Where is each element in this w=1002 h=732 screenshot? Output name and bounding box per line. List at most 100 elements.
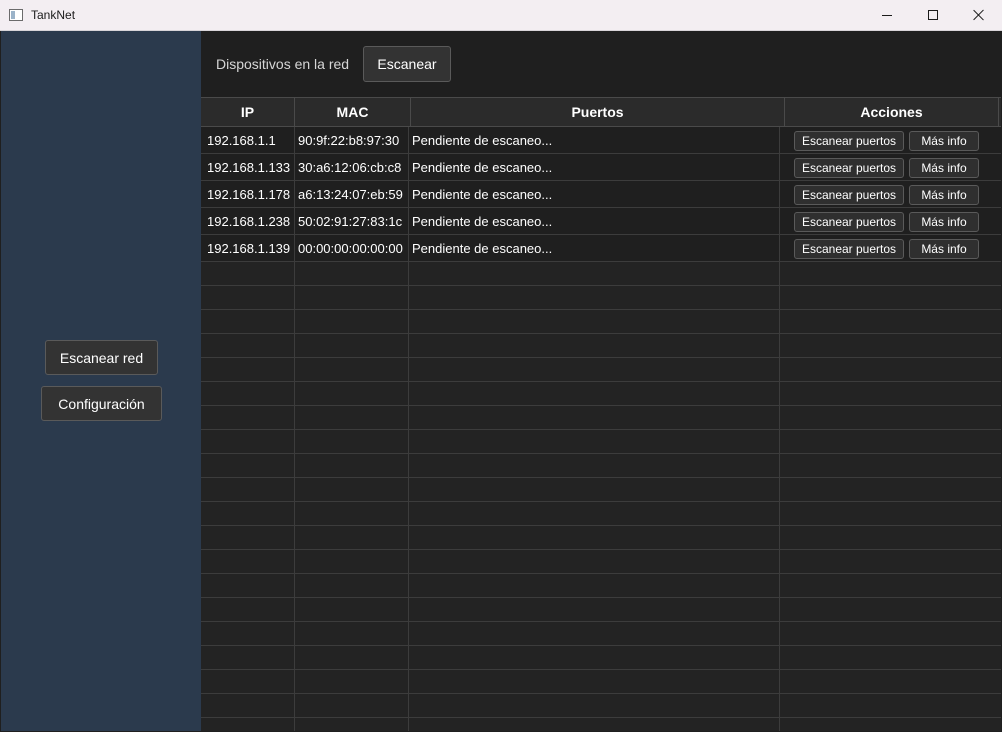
empty-cell [409,430,780,454]
ports-cell: Pendiente de escaneo... [409,208,780,234]
empty-cell [409,406,780,430]
empty-table-row [201,262,1001,286]
mac-cell: 00:00:00:00:00:00 [295,235,409,261]
empty-table-row [201,430,1001,454]
empty-table-row [201,718,1001,731]
empty-cell [295,454,409,478]
window-title: TankNet [31,8,76,22]
empty-cell [201,694,295,718]
ports-cell: Pendiente de escaneo... [409,235,780,261]
scan-ports-button[interactable]: Escanear puertos [794,131,904,151]
empty-table-row [201,310,1001,334]
mac-cell: 30:a6:12:06:cb:c8 [295,154,409,180]
empty-table-row [201,574,1001,598]
empty-table-row [201,598,1001,622]
table-row[interactable]: 192.168.1.1 90:9f:22:b8:97:30 Pendiente … [201,127,1001,154]
empty-table-row [201,406,1001,430]
column-header-ports[interactable]: Puertos [411,98,785,126]
empty-cell [201,646,295,670]
empty-table-row [201,550,1001,574]
empty-table-row [201,382,1001,406]
table-row[interactable]: 192.168.1.238 50:02:91:27:83:1c Pendient… [201,208,1001,235]
ip-cell: 192.168.1.1 [201,127,295,153]
empty-cell [295,550,409,574]
empty-cell [295,718,409,731]
empty-cell [409,262,780,286]
empty-table-row [201,622,1001,646]
empty-cell [201,334,295,358]
maximize-button[interactable] [910,0,956,30]
devices-heading: Dispositivos en la red [216,56,350,72]
empty-cell [295,694,409,718]
scan-ports-button[interactable]: Escanear puertos [794,239,904,259]
empty-cell [201,502,295,526]
empty-cell [201,310,295,334]
more-info-button[interactable]: Más info [909,239,979,259]
empty-cell [201,550,295,574]
empty-cell [409,286,780,310]
empty-cell [295,310,409,334]
actions-cell: Escanear puertos Más info [780,154,999,180]
scan-ports-button[interactable]: Escanear puertos [794,212,904,232]
main-panel: Dispositivos en la red Escanear IP MAC P… [201,31,1001,731]
empty-cell [201,262,295,286]
scan-ports-button[interactable]: Escanear puertos [794,158,904,178]
more-info-button[interactable]: Más info [909,131,979,151]
empty-cell [409,550,780,574]
actions-cell: Escanear puertos Más info [780,208,999,234]
ip-cell: 192.168.1.133 [201,154,295,180]
empty-cell [409,382,780,406]
column-header-ip[interactable]: IP [201,98,295,126]
empty-cell [201,718,295,731]
ip-cell: 192.168.1.178 [201,181,295,207]
app-window-icon [9,9,23,21]
empty-cell [201,382,295,406]
empty-cell [409,598,780,622]
settings-button[interactable]: Configuración [41,386,162,421]
scan-ports-button[interactable]: Escanear puertos [794,185,904,205]
column-header-actions[interactable]: Acciones [785,98,999,126]
ports-cell: Pendiente de escaneo... [409,181,780,207]
close-button[interactable] [956,0,1002,30]
empty-cell [201,430,295,454]
empty-cell [295,622,409,646]
empty-cell [201,478,295,502]
mac-cell: a6:13:24:07:eb:59 [295,181,409,207]
sidebar: Escanear red Configuración [1,31,201,731]
table-row[interactable]: 192.168.1.139 00:00:00:00:00:00 Pendient… [201,235,1001,262]
empty-cell [201,454,295,478]
empty-table-row [201,670,1001,694]
scan-network-button[interactable]: Escanear red [45,340,158,375]
empty-cell [295,286,409,310]
empty-cell [409,718,780,731]
empty-cell [295,670,409,694]
empty-table-row [201,286,1001,310]
empty-cell [295,382,409,406]
table-header: IP MAC Puertos Acciones [201,98,1001,127]
empty-cell [409,670,780,694]
actions-cell: Escanear puertos Más info [780,127,999,153]
empty-cell [409,310,780,334]
empty-cell [409,622,780,646]
empty-cell [201,670,295,694]
more-info-button[interactable]: Más info [909,185,979,205]
more-info-button[interactable]: Más info [909,212,979,232]
ports-cell: Pendiente de escaneo... [409,154,780,180]
empty-cell [295,262,409,286]
empty-cell [295,478,409,502]
table-row[interactable]: 192.168.1.133 30:a6:12:06:cb:c8 Pendient… [201,154,1001,181]
empty-table-row [201,334,1001,358]
title-bar: TankNet [0,0,1002,31]
minimize-icon [882,14,892,16]
empty-cell [201,598,295,622]
empty-cell [409,454,780,478]
scan-button[interactable]: Escanear [363,46,451,82]
more-info-button[interactable]: Más info [909,158,979,178]
devices-table: IP MAC Puertos Acciones 192.168.1.1 90:9… [201,97,1001,731]
minimize-button[interactable] [864,0,910,30]
empty-cell [409,478,780,502]
column-header-mac[interactable]: MAC [295,98,411,126]
table-row[interactable]: 192.168.1.178 a6:13:24:07:eb:59 Pendient… [201,181,1001,208]
empty-cell [409,358,780,382]
empty-cell [409,526,780,550]
